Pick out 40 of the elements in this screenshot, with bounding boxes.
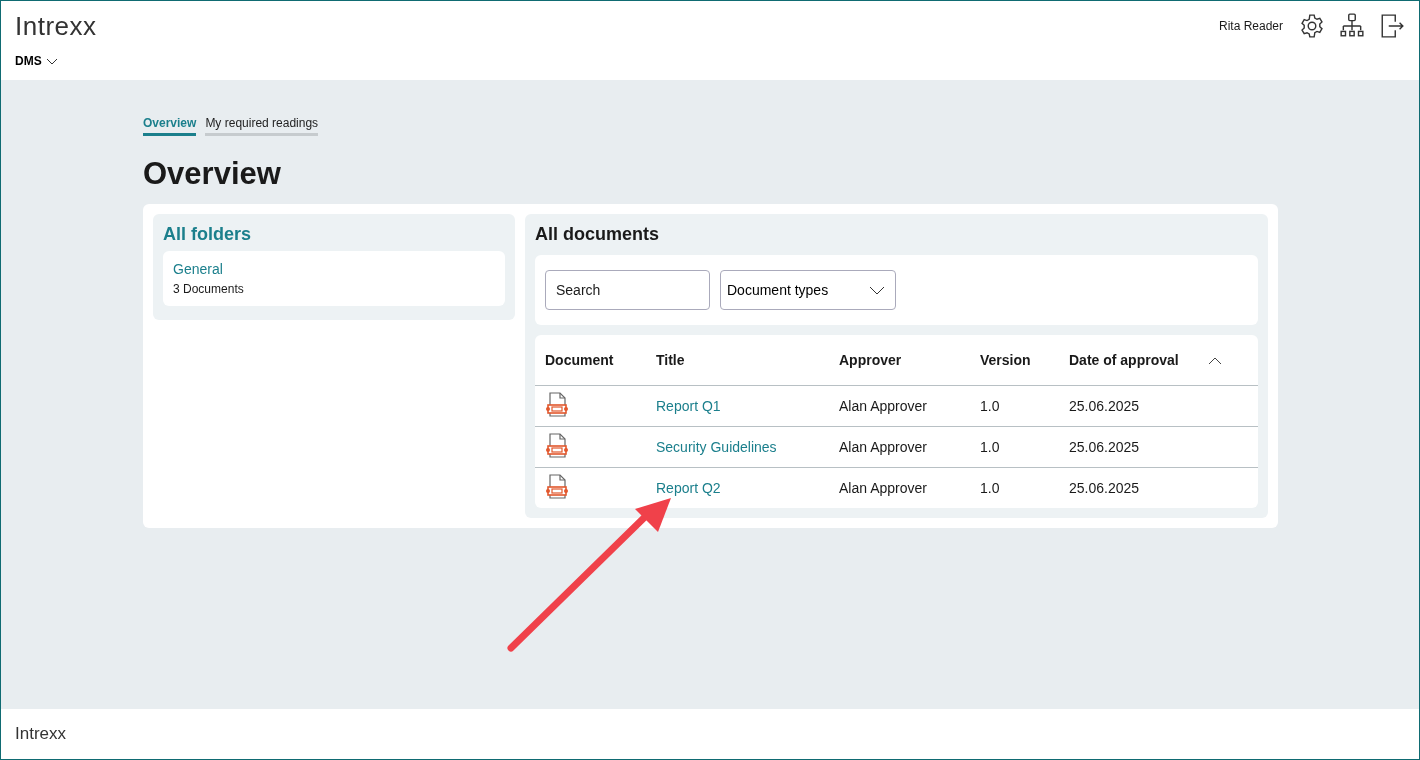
panel-title: All folders: [163, 224, 252, 245]
column-header[interactable]: Version: [970, 335, 1059, 386]
pdf-file-icon: [545, 473, 569, 500]
document-title-link[interactable]: Security Guidelines: [656, 439, 777, 455]
page-title: Overview: [143, 156, 282, 192]
column-header[interactable]: Date of approval: [1059, 335, 1198, 386]
table-cell: 1.0: [970, 467, 1059, 508]
search-field[interactable]: Search: [545, 270, 710, 310]
app-menu[interactable]: DMS: [15, 54, 97, 68]
footer-logo: Intrexx: [15, 724, 67, 744]
caret-icon: [45, 57, 58, 65]
column-header[interactable]: Document: [535, 335, 646, 386]
sort-ascending-icon[interactable]: [1208, 357, 1222, 365]
pdf-file-icon: [545, 391, 569, 418]
folder-item[interactable]: General 3 Documents: [163, 251, 505, 306]
pdf-file-icon: [545, 432, 569, 459]
document-title-link[interactable]: Report Q1: [656, 398, 721, 414]
table-cell: 25.06.2025: [1059, 426, 1198, 468]
folder-name[interactable]: General: [173, 261, 495, 277]
column-header[interactable]: Approver: [829, 335, 970, 386]
tab[interactable]: Overview: [143, 114, 197, 136]
table-cell: Alan Approver: [829, 385, 970, 427]
document-title-link[interactable]: Report Q2: [656, 480, 721, 496]
user-name: Rita Reader: [1218, 19, 1283, 33]
document-types-dropdown[interactable]: Document types: [720, 270, 896, 310]
table-cell: Alan Approver: [829, 467, 970, 508]
table-cell: 1.0: [970, 426, 1059, 468]
table-cell: 25.06.2025: [1059, 467, 1198, 508]
settings-icon[interactable]: [1299, 13, 1325, 39]
logout-icon[interactable]: [1379, 13, 1405, 39]
table-cell: 1.0: [970, 385, 1059, 427]
document-count: 3 Documents: [173, 282, 245, 296]
panel-title: All documents: [535, 224, 660, 245]
caret-icon: [869, 285, 885, 295]
column-header[interactable]: Title: [646, 335, 829, 386]
table-cell: 25.06.2025: [1059, 385, 1198, 427]
tab[interactable]: My required readings: [205, 114, 319, 136]
sitemap-icon[interactable]: [1339, 13, 1365, 39]
table-cell: Alan Approver: [829, 426, 970, 468]
logo: Intrexx: [15, 11, 97, 42]
